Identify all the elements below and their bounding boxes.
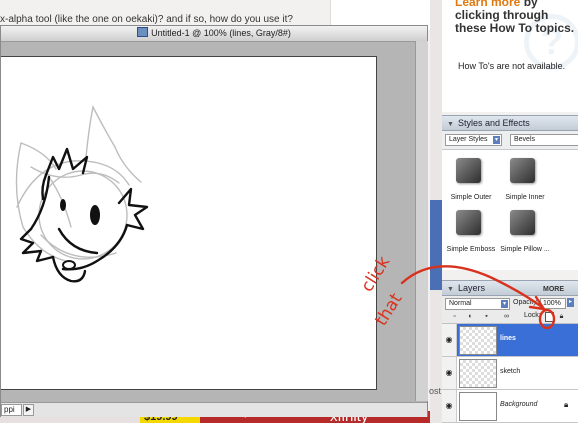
layer-thumbnail bbox=[459, 392, 497, 421]
layer-row-background[interactable]: ◉ Background 🔒︎ bbox=[442, 390, 578, 423]
how-to-message: How To's are not available. bbox=[458, 61, 566, 71]
zoom-field[interactable]: ppi bbox=[1, 404, 22, 416]
opacity-field[interactable]: 100% bbox=[540, 298, 566, 309]
blend-mode-dropdown[interactable]: Normal ▾ bbox=[445, 298, 510, 310]
opacity-arrow-icon[interactable]: ▸ bbox=[567, 298, 574, 307]
bevel-swatch bbox=[456, 210, 481, 235]
background-blue-block bbox=[430, 200, 442, 290]
layer-row-lines[interactable]: ◉ lines bbox=[442, 324, 578, 357]
drawing-canvas[interactable] bbox=[1, 56, 377, 390]
opacity-label: Opacity: bbox=[513, 299, 539, 306]
bevel-swatch bbox=[510, 210, 535, 235]
lock-label: Lock: bbox=[524, 312, 541, 319]
background-side-text: ost bbox=[429, 386, 442, 396]
style-simple-outer[interactable]: Simple Outer bbox=[444, 154, 496, 206]
styles-grid: Simple Outer Simple Inner Simple Emboss … bbox=[442, 150, 578, 270]
bevel-swatch bbox=[456, 158, 481, 183]
vertical-scrollbar[interactable] bbox=[415, 41, 428, 401]
layer-row-sketch[interactable]: ◉ sketch bbox=[442, 357, 578, 390]
style-category-dropdown[interactable]: Layer Styles ▾ bbox=[445, 134, 502, 146]
style-type-dropdown[interactable]: Bevels bbox=[510, 134, 578, 146]
forum-question-text: x-alpha tool (like the one on oekaki)? a… bbox=[0, 14, 293, 25]
document-window: Untitled-1 @ 100% (lines, Gray/8#) ppi ▶ bbox=[0, 25, 428, 417]
styles-panel-title: Styles and Effects bbox=[457, 118, 530, 128]
collapse-triangle-icon[interactable]: ▼ bbox=[447, 118, 454, 132]
document-title: Untitled-1 @ 100% (lines, Gray/8#) bbox=[151, 28, 291, 38]
layers-toolbar: ▫ ◐ ▪ ∞ Lock: 🔒︎ bbox=[442, 311, 578, 324]
styles-toolbar: Layer Styles ▾ Bevels bbox=[442, 131, 578, 150]
dropdown-arrow-icon: ▾ bbox=[501, 300, 508, 308]
document-icon bbox=[137, 27, 149, 37]
visibility-eye-icon[interactable]: ◉ bbox=[442, 357, 457, 389]
style-simple-inner[interactable]: Simple Inner bbox=[498, 154, 550, 206]
eye-right bbox=[90, 205, 100, 225]
style-simple-emboss[interactable]: Simple Emboss bbox=[444, 206, 496, 258]
document-title-bar[interactable]: Untitled-1 @ 100% (lines, Gray/8#) bbox=[1, 26, 427, 42]
how-to-heading: Learn more by clicking through these How… bbox=[455, 0, 578, 35]
status-menu-arrow-icon[interactable]: ▶ bbox=[23, 404, 34, 416]
link-layers-icon[interactable]: ∞ bbox=[502, 312, 511, 321]
eye-left bbox=[60, 199, 66, 211]
visibility-eye-icon[interactable]: ◉ bbox=[442, 390, 457, 422]
layers-panel-title: Layers bbox=[457, 283, 485, 293]
document-status-bar: ppi ▶ bbox=[1, 402, 427, 417]
layer-thumbnail bbox=[459, 326, 497, 355]
lock-all-icon[interactable]: 🔒︎ bbox=[557, 312, 566, 321]
more-button[interactable]: MORE bbox=[543, 283, 564, 297]
lock-transparent-pixels-icon[interactable] bbox=[545, 312, 554, 322]
bevel-swatch bbox=[510, 158, 535, 183]
dropdown-arrow-icon: ▾ bbox=[493, 136, 500, 144]
layers-panel-header[interactable]: ▼ Layers MORE bbox=[442, 280, 578, 296]
delete-layer-icon[interactable]: ▪ bbox=[482, 312, 491, 321]
visibility-eye-icon[interactable]: ◉ bbox=[442, 324, 457, 356]
collapse-triangle-icon[interactable]: ▼ bbox=[447, 283, 454, 297]
layer-thumbnail bbox=[459, 359, 497, 388]
styles-panel-header[interactable]: ▼ Styles and Effects bbox=[442, 115, 578, 131]
canvas-drawing bbox=[15, 104, 149, 283]
layer-lock-icon: 🔒︎ bbox=[564, 400, 569, 409]
adjustment-layer-icon[interactable]: ◐ bbox=[466, 312, 475, 321]
how-to-panel: ? Learn more by clicking through these H… bbox=[442, 0, 578, 112]
new-layer-icon[interactable]: ▫ bbox=[450, 312, 459, 321]
nose bbox=[62, 260, 76, 270]
style-simple-pillow[interactable]: Simple Pillow ... bbox=[498, 206, 550, 258]
